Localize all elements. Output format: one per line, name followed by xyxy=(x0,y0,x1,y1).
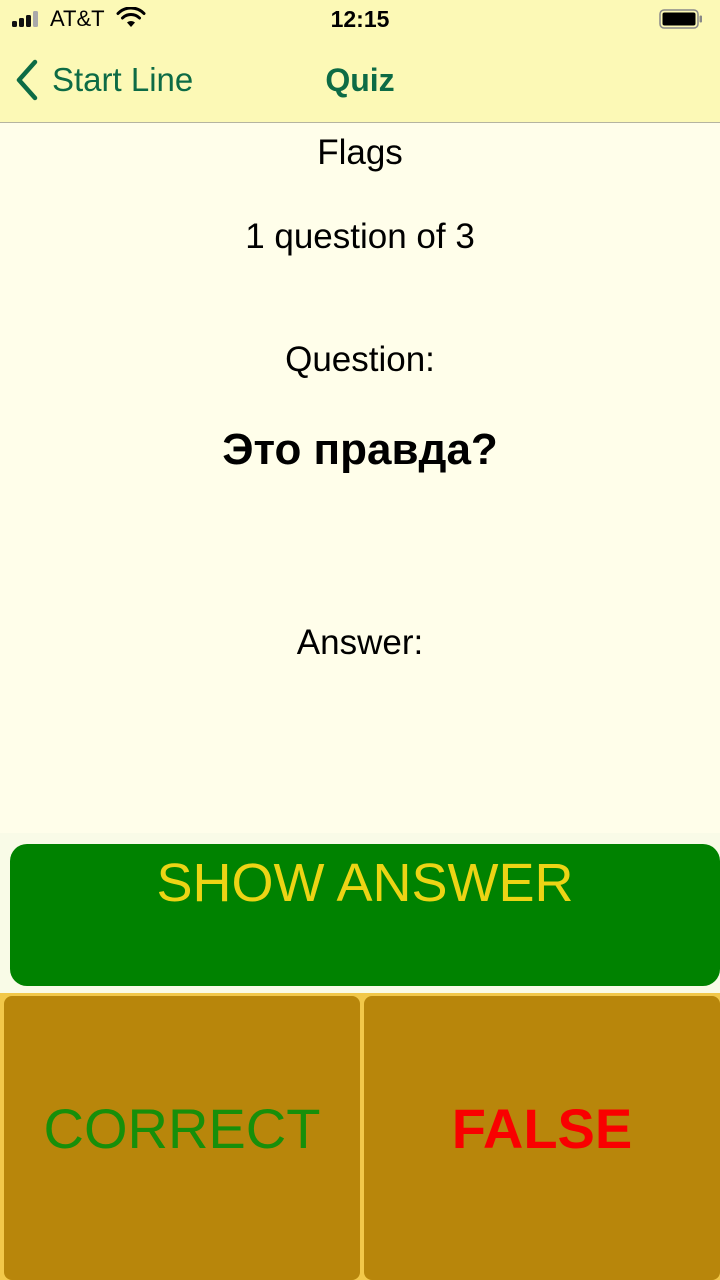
show-answer-button[interactable]: SHOW ANSWER xyxy=(10,844,720,986)
navigation-bar: Start Line Quiz xyxy=(0,40,720,123)
question-text: Это правда? xyxy=(222,425,498,474)
question-label: Question: xyxy=(285,340,435,379)
show-answer-label: SHOW ANSWER xyxy=(156,853,574,913)
answer-label: Answer: xyxy=(296,623,424,662)
false-button[interactable]: FALSE xyxy=(364,996,720,1280)
question-progress: 1 question of 3 xyxy=(245,217,475,256)
status-bar: AT&T 12:15 xyxy=(0,0,720,40)
grade-buttons-row: CORRECT FALSE xyxy=(0,993,720,1280)
correct-button[interactable]: CORRECT xyxy=(4,996,360,1280)
quiz-category: Flags xyxy=(317,133,403,172)
correct-button-label: CORRECT xyxy=(43,1097,321,1160)
false-button-label: FALSE xyxy=(451,1097,633,1160)
action-panel: SHOW ANSWER CORRECT FALSE xyxy=(0,833,720,1280)
battery-icon xyxy=(659,9,702,29)
quiz-content: Flags 1 question of 3 Question: Это прав… xyxy=(0,123,720,833)
page-title: Quiz xyxy=(325,62,395,98)
status-time: 12:15 xyxy=(330,6,390,32)
